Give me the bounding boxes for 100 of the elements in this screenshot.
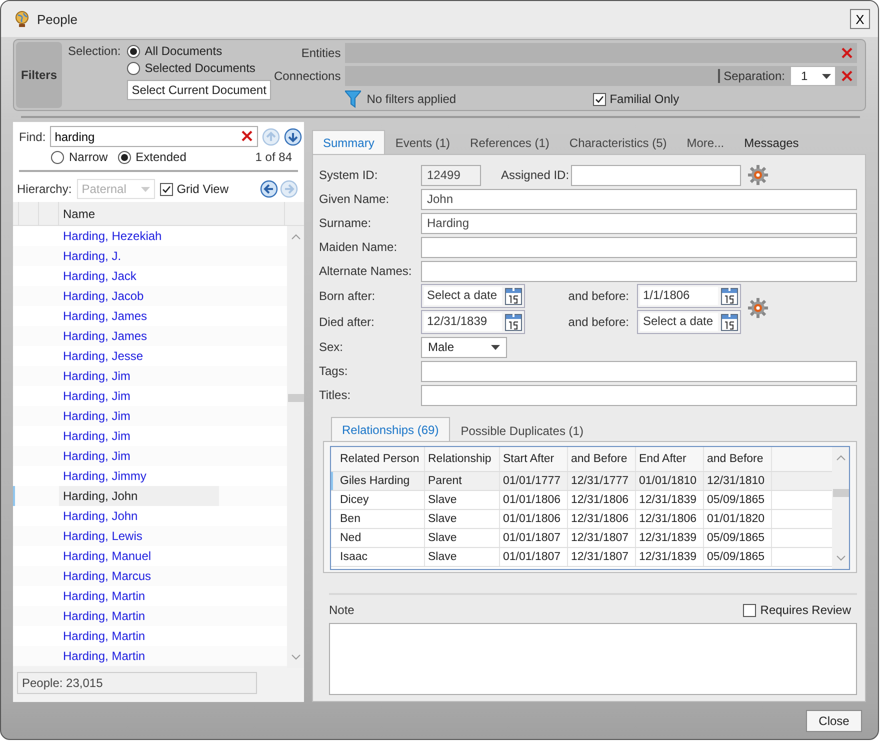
calendar-icon[interactable]	[505, 288, 522, 304]
dropdown-caret-icon	[140, 186, 150, 192]
table-cell: Ben	[337, 510, 425, 528]
note-field[interactable]	[329, 623, 857, 695]
table-row[interactable]: Ned Slave 01/01/1807 12/31/1807 12/31/1839 05/09/1865	[331, 529, 832, 548]
people-count: People: 23,015	[17, 672, 257, 694]
connections-label: Connections	[274, 69, 341, 83]
selection-option[interactable]: Selected Documents	[126, 61, 272, 75]
match-count: 1 of 84	[255, 150, 292, 164]
person-item[interactable]: Harding, John	[59, 486, 219, 506]
grid-view-checkbox[interactable]: Grid View	[160, 182, 228, 196]
find-label: Find:	[19, 130, 46, 144]
table-cell: Ned	[337, 529, 425, 547]
field-label: Given Name:	[319, 192, 390, 206]
field-label: Titles:	[319, 388, 352, 402]
field-label: Died after:	[319, 315, 376, 329]
table-cell: 12/31/1839	[636, 491, 704, 509]
assigned-id-field[interactable]	[571, 164, 742, 186]
text-field[interactable]: John	[421, 188, 857, 210]
text-field[interactable]	[421, 236, 857, 258]
table-cell: 05/09/1865	[704, 529, 772, 547]
calendar-icon[interactable]	[721, 288, 738, 304]
find-field[interactable]: harding	[50, 126, 258, 147]
calendar-icon[interactable]	[505, 314, 522, 330]
tab[interactable]: References (1)	[460, 132, 560, 154]
close-button[interactable]: X	[850, 9, 870, 29]
table-row[interactable]: Dicey Slave 01/01/1806 12/31/1806 12/31/1839 05/09/1865	[331, 491, 832, 510]
separation-dropdown[interactable]: 1	[791, 67, 835, 85]
dropdown-caret-icon	[491, 344, 500, 350]
scroll-up-icon[interactable]	[836, 455, 846, 461]
sex-dropdown[interactable]: Male	[421, 336, 507, 358]
field-label: Sex:	[319, 340, 344, 354]
table-cell: 12/31/1777	[568, 472, 636, 490]
dropdown-caret-icon	[822, 74, 831, 78]
column-header[interactable]: and Before	[704, 447, 772, 471]
scroll-up-icon[interactable]	[290, 234, 300, 240]
field-label: Alternate Names:	[319, 264, 413, 278]
tab[interactable]: Messages	[734, 132, 809, 154]
table-cell: Slave	[425, 491, 500, 509]
table-cell: 01/01/1807	[500, 529, 568, 547]
column-header[interactable]: Start After	[500, 447, 568, 471]
tab[interactable]: Events (1)	[385, 132, 460, 154]
name-column-header[interactable]: Name	[59, 202, 285, 225]
text-field[interactable]: Harding	[421, 212, 857, 234]
titles-field[interactable]	[421, 384, 857, 406]
selection-option[interactable]: All Documents	[126, 44, 272, 58]
familial-only-checkbox[interactable]: Familial Only	[592, 92, 680, 106]
window-title: People	[37, 12, 78, 26]
arrow-left-icon[interactable]	[260, 180, 278, 198]
search-mode-option[interactable]: Extended	[118, 150, 186, 164]
filter-status: No filters applied	[366, 92, 458, 106]
text-field[interactable]	[421, 260, 857, 282]
table-cell: Dicey	[337, 491, 425, 509]
clear-icon[interactable]	[841, 70, 853, 82]
tab[interactable]: Summary	[312, 130, 386, 154]
table-cell: Parent	[425, 472, 500, 490]
date-field[interactable]: 12/31/1839	[421, 310, 525, 334]
arrow-down-icon[interactable]	[284, 128, 302, 146]
calendar-icon[interactable]	[721, 314, 738, 330]
tab[interactable]: Characteristics (5)	[559, 132, 677, 154]
column-header[interactable]: and Before	[568, 447, 636, 471]
field-label: Born after:	[319, 289, 376, 303]
filter-icon	[344, 90, 361, 108]
table-cell: Isaac	[337, 548, 425, 566]
table-cell: 01/01/1806	[500, 491, 568, 509]
date-field[interactable]: Select a date	[421, 284, 525, 308]
clear-icon[interactable]	[841, 47, 853, 59]
scroll-thumb[interactable]	[288, 394, 304, 402]
table-row[interactable]: Ben Slave 01/01/1806 12/31/1806 12/31/1806 01/01/1820	[331, 510, 832, 529]
scroll-down-icon[interactable]	[290, 654, 300, 660]
table-cell: 01/01/1810	[636, 472, 704, 490]
table-cell: Slave	[425, 548, 500, 566]
requires-review-checkbox[interactable]: Requires Review	[743, 603, 851, 617]
table-cell: 12/31/1807	[568, 529, 636, 547]
scroll-down-icon[interactable]	[836, 555, 846, 561]
tab[interactable]: More...	[676, 132, 734, 154]
connections-filter-bar[interactable]: Separation: 1	[344, 66, 857, 86]
clear-icon[interactable]	[240, 130, 253, 142]
date-field[interactable]: Select a date	[637, 310, 741, 334]
scrollbar[interactable]	[832, 447, 849, 569]
tab[interactable]: Possible Duplicates (1)	[450, 419, 594, 441]
close-button[interactable]: Close	[806, 710, 862, 732]
column-header[interactable]: Relationship	[425, 447, 500, 471]
table-cell: Slave	[425, 529, 500, 547]
tab[interactable]: Relationships (69)	[331, 417, 450, 441]
table-row[interactable]: Giles Harding Parent 01/01/1777 12/31/1777 01/01/1810 12/31/1810	[331, 472, 832, 491]
column-header[interactable]: Related Person	[337, 447, 425, 471]
gear-icon[interactable]	[747, 296, 769, 318]
column-header[interactable]: End After	[636, 447, 704, 471]
entities-label: Entities	[300, 46, 341, 60]
search-mode-option[interactable]: Narrow	[51, 150, 108, 164]
table-cell: 01/01/1777	[500, 472, 568, 490]
tags-field[interactable]	[421, 360, 857, 382]
system-id-field: 12499	[421, 164, 481, 186]
select-current-document-button[interactable]: Select Current Document	[126, 80, 272, 100]
date-field[interactable]: 1/1/1806	[637, 284, 741, 308]
table-row[interactable]: Isaac Slave 01/01/1807 12/31/1807 12/31/1839 05/09/1865	[331, 548, 832, 567]
scroll-thumb[interactable]	[833, 489, 849, 497]
table-cell: 12/31/1806	[568, 491, 636, 509]
gear-icon[interactable]	[747, 164, 770, 186]
